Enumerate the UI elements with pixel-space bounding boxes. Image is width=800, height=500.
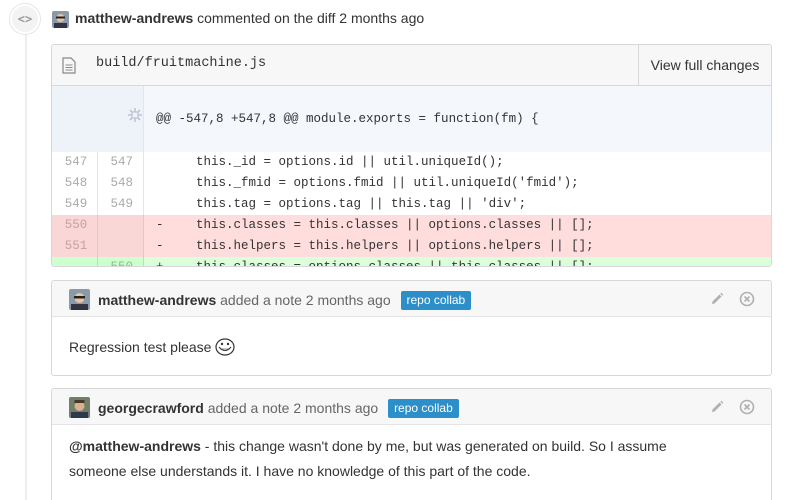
new-line-number[interactable]	[97, 236, 145, 257]
old-line-number[interactable]: 550	[52, 215, 99, 236]
diff-sign: -	[156, 239, 164, 253]
user-mention-link[interactable]: @matthew-andrews	[69, 438, 201, 454]
code-icon: <>	[10, 4, 40, 34]
code-line: + this.classes = options.classes || this…	[143, 257, 771, 267]
file-path[interactable]: build/fruitmachine.js	[96, 56, 266, 71]
diff-sign	[156, 194, 166, 215]
new-line-number[interactable]: 548	[97, 173, 145, 194]
comment-author-link[interactable]: georgecrawford	[98, 400, 204, 416]
code-text: this._id = options.id || util.uniqueId()…	[166, 155, 504, 169]
role-badge: repo collab	[400, 291, 472, 310]
comment-actions	[709, 399, 755, 415]
context-line-row: 547 547 this._id = options.id || util.uni…	[52, 152, 771, 173]
comment-text: Regression test please	[69, 339, 212, 355]
timeline-event: <> matthew-andrews commented on the diff…	[0, 0, 800, 36]
event-action: commented on the diff 2 months ago	[197, 10, 425, 26]
comment-action: added a note 2 months ago	[207, 400, 379, 416]
timeline-line	[25, 34, 27, 500]
comment-actions	[709, 291, 755, 307]
code-line: this._id = options.id || util.uniqueId()…	[144, 152, 771, 173]
deleted-line-row: 550 - this.classes = this.classes || opti…	[52, 215, 771, 236]
comment-author-link[interactable]: matthew-andrews	[98, 292, 216, 308]
new-line-number[interactable]: 547	[97, 152, 145, 173]
expand-icon[interactable]	[52, 86, 145, 152]
old-line-number[interactable]: 548	[52, 173, 99, 194]
hunk-header-row: @@ -547,8 +547,8 @@ module.exports = fun…	[52, 86, 771, 152]
pencil-icon[interactable]	[709, 399, 725, 415]
old-line-number[interactable]: 547	[52, 152, 99, 173]
new-line-number[interactable]	[97, 215, 145, 236]
old-line-number[interactable]: 549	[52, 194, 99, 215]
new-line-number[interactable]: 549	[97, 194, 145, 215]
old-line-number[interactable]: 551	[52, 236, 99, 257]
code-line: - this.classes = this.classes || options…	[143, 215, 771, 236]
comment-text-line: @matthew-andrews - this change wasn't do…	[69, 438, 667, 454]
code-text: this.classes = options.classes || this.c…	[166, 260, 594, 267]
pencil-icon[interactable]	[709, 291, 725, 307]
view-full-changes-button[interactable]: View full changes	[638, 45, 771, 85]
diff-table: @@ -547,8 +547,8 @@ module.exports = fun…	[52, 86, 771, 267]
file-header: build/fruitmachine.js View full changes	[52, 45, 771, 86]
old-line-number[interactable]	[52, 257, 99, 266]
deleted-line-row: 551 - this.helpers = this.helpers || opti…	[52, 236, 771, 257]
event-description: matthew-andrews commented on the diff 2 …	[75, 10, 424, 26]
avatar[interactable]	[52, 11, 69, 28]
code-line: - this.helpers = this.helpers || options…	[143, 236, 771, 257]
comment-header: matthew-andrews added a note 2 months ag…	[52, 281, 771, 317]
diff-sign	[156, 173, 166, 194]
code-text: this.helpers = this.helpers || options.h…	[166, 239, 594, 253]
comment-body: Regression test please	[52, 317, 771, 360]
comment: matthew-andrews added a note 2 months ag…	[51, 280, 772, 376]
avatar[interactable]	[69, 289, 90, 310]
comment-body: @matthew-andrews - this change wasn't do…	[52, 425, 771, 484]
role-badge: repo collab	[388, 399, 459, 418]
diff-file: build/fruitmachine.js View full changes …	[51, 44, 772, 267]
comment-text-line: someone else understands it. I have no k…	[69, 463, 531, 479]
close-icon[interactable]	[739, 291, 755, 307]
close-icon[interactable]	[739, 399, 755, 415]
file-icon	[62, 57, 76, 74]
context-line-row: 548 548 this._fmid = options.fmid || util…	[52, 173, 771, 194]
context-line-row: 549 549 this.tag = options.tag || this.ta…	[52, 194, 771, 215]
event-author-link[interactable]: matthew-andrews	[75, 10, 193, 26]
new-line-number[interactable]: 550	[97, 257, 145, 266]
comment-action: added a note 2 months ago	[220, 292, 391, 308]
comment: georgecrawford added a note 2 months ago…	[51, 388, 772, 500]
added-line-row: 550 + this.classes = options.classes || t…	[52, 257, 771, 267]
trollface-emoji-icon	[215, 338, 236, 356]
diff-sign	[156, 152, 166, 173]
comment-meta: matthew-andrews added a note 2 months ag…	[98, 291, 472, 310]
diff-sign: -	[156, 218, 164, 232]
code-line: this._fmid = options.fmid || util.unique…	[144, 173, 771, 194]
code-text: this._fmid = options.fmid || util.unique…	[166, 176, 579, 190]
code-text: this.tag = options.tag || this.tag || 'd…	[166, 197, 527, 211]
hunk-header: @@ -547,8 +547,8 @@ module.exports = fun…	[143, 86, 771, 152]
comment-header: georgecrawford added a note 2 months ago…	[52, 389, 771, 425]
code-text: this.classes = this.classes || options.c…	[166, 218, 594, 232]
avatar[interactable]	[69, 397, 90, 418]
diff-sign: +	[156, 260, 164, 267]
comment-meta: georgecrawford added a note 2 months ago…	[98, 399, 459, 418]
code-line: this.tag = options.tag || this.tag || 'd…	[144, 194, 771, 215]
